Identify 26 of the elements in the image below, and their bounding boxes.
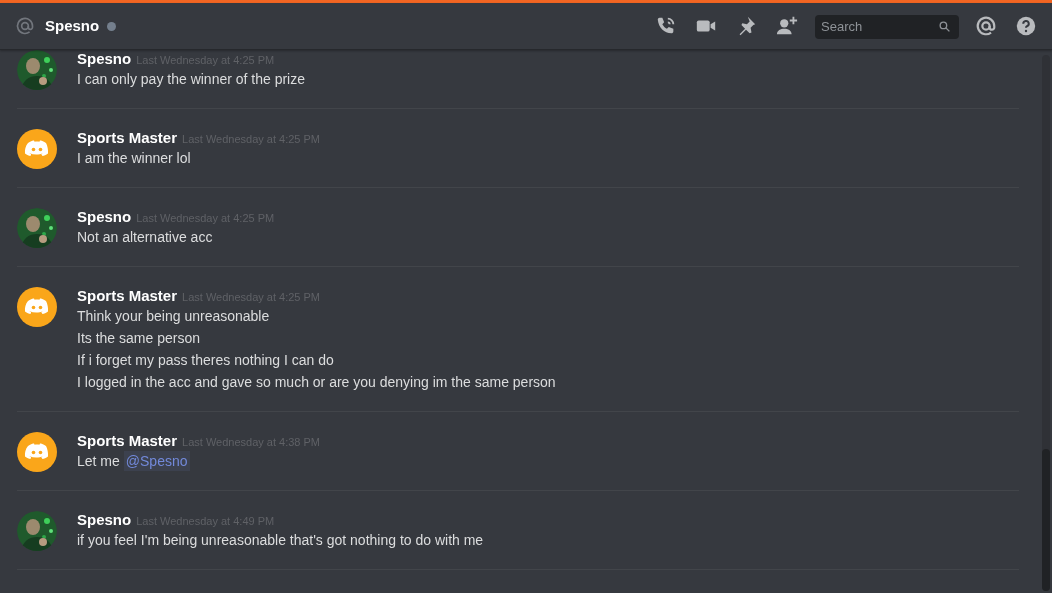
author-name[interactable]: Spesno — [77, 511, 132, 529]
message-text: Think your being unreasonable — [77, 307, 270, 326]
author-name[interactable]: Sports Master — [77, 129, 178, 147]
add-friend-icon[interactable] — [775, 15, 799, 37]
channel-title: Spesno — [45, 15, 100, 36]
at-sign-icon[interactable] — [975, 15, 997, 37]
author-name[interactable]: Spesno — [77, 50, 132, 68]
message-text: I am the winner lol — [77, 149, 191, 168]
message-text: If i forget my pass theres nothing I can do — [77, 351, 334, 370]
scrollbar-thumb[interactable] — [1042, 449, 1050, 591]
author-name[interactable]: Spesno — [77, 208, 132, 226]
message-text: Its the same person — [77, 329, 200, 348]
at-sign-icon — [15, 16, 35, 36]
avatar-icon[interactable] — [17, 432, 57, 472]
message-text: Let me — [77, 452, 120, 471]
avatar-icon[interactable] — [17, 287, 57, 327]
search-icon — [938, 20, 951, 33]
author-name[interactable]: Sports Master — [77, 432, 178, 450]
message-text: I can only pay the winner of the prize — [77, 70, 306, 89]
message-text: Not an alternative acc — [77, 228, 213, 247]
message-text: if you feel I'm being unreasonable that's got nothing to do with me — [77, 531, 484, 550]
author-name[interactable]: Sports Master — [77, 287, 178, 305]
avatar-icon[interactable] — [17, 129, 57, 169]
message-text: I logged in the acc and gave so much or are you denying im the same person — [77, 373, 556, 392]
help-icon[interactable] — [1015, 15, 1037, 37]
search-field[interactable]: Search — [815, 14, 959, 39]
